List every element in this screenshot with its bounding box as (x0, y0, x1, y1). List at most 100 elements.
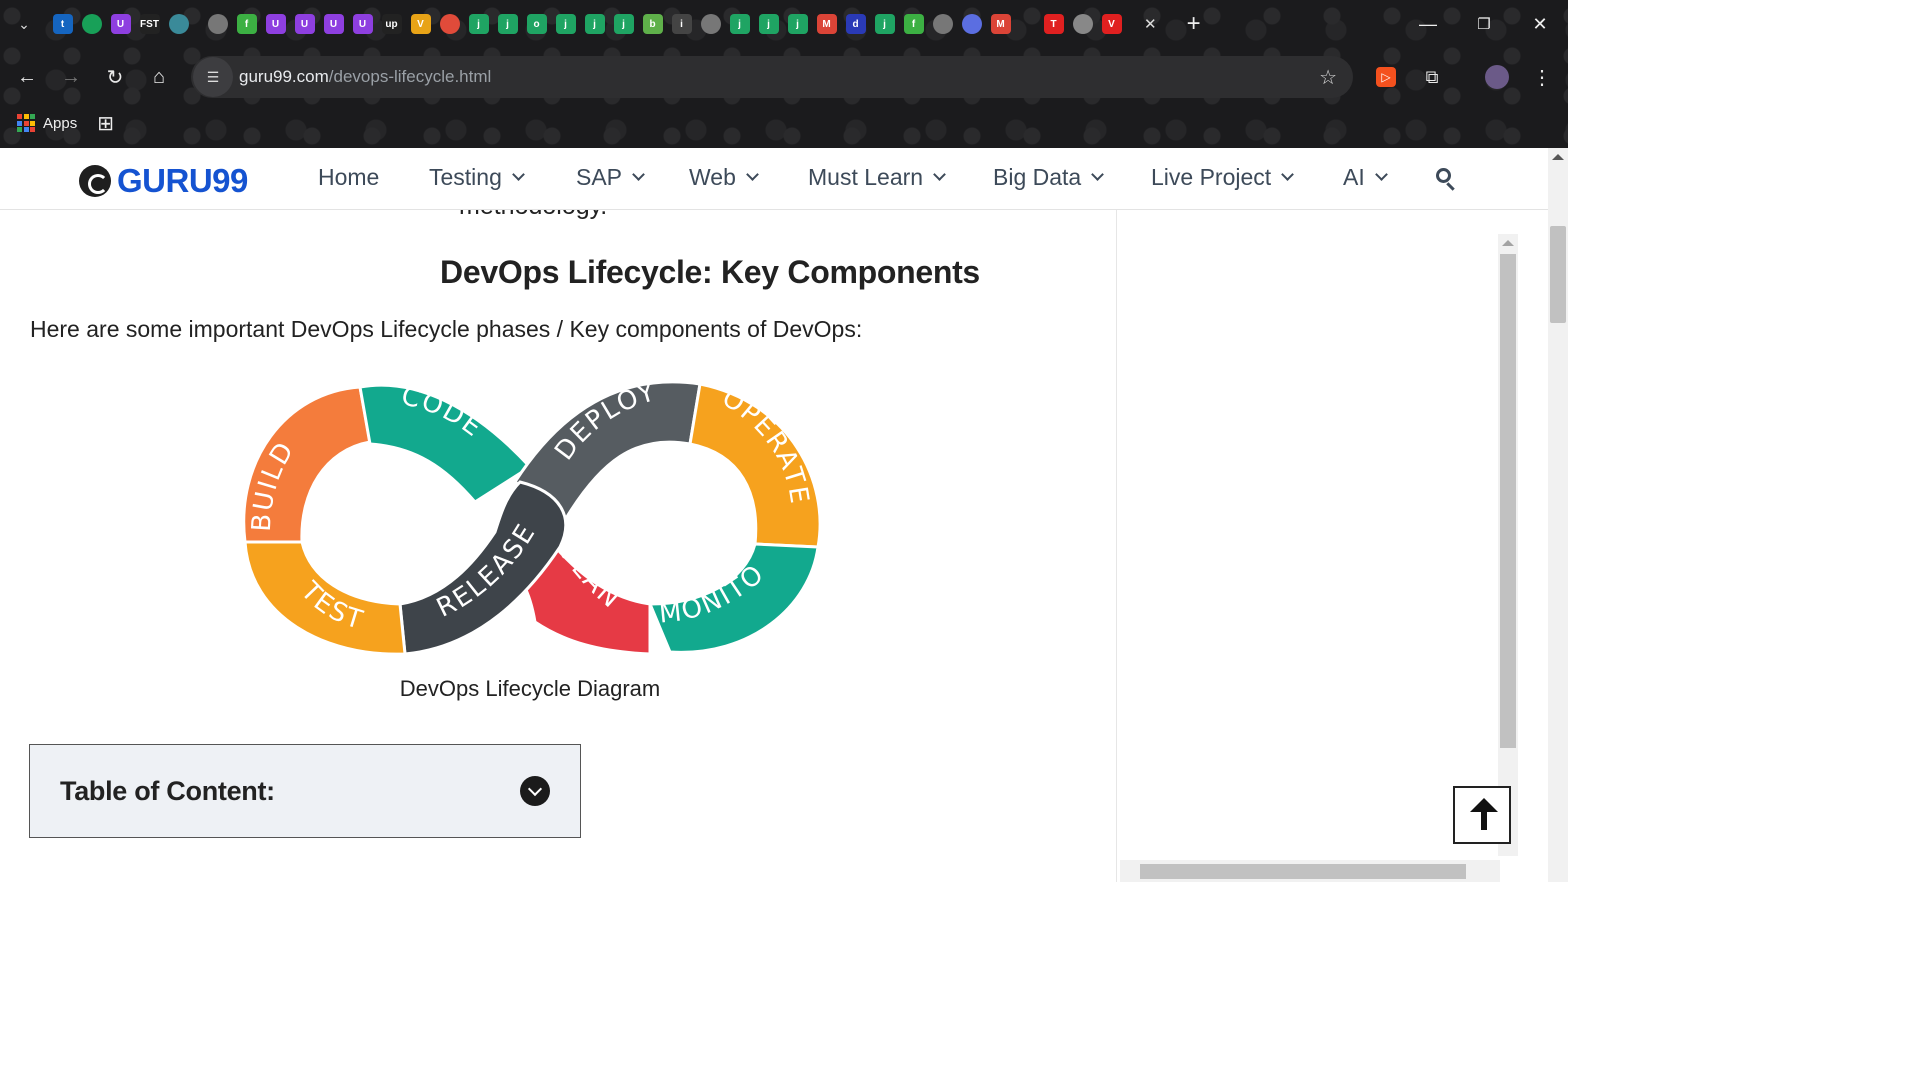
tab-favicon-favicons2-10[interactable]: j (497, 14, 518, 34)
tab-favicon-favicons2-23[interactable]: j (874, 14, 895, 34)
search-icon[interactable] (1434, 166, 1460, 192)
restore-icon[interactable]: ❐ (1456, 0, 1512, 48)
browser-chrome: ⌄ t U FST f U U U Uup Vj j o j j j b i j j j Md j f M T V ✕ + — ❐ … (0, 0, 1568, 148)
bookmark-star-icon[interactable]: ☆ (1319, 65, 1337, 90)
guru99-logo-icon (79, 165, 111, 197)
browser-toolbar: ← → ↻ ⌂ ☰ guru99.com/devops-lifecycle.ht… (0, 54, 1568, 100)
tab-favicon-favicons2-25[interactable] (932, 14, 953, 34)
u-icon[interactable]: U (110, 14, 131, 34)
tab-favicon-favicons2-2[interactable]: U (265, 14, 286, 34)
green-icon[interactable] (81, 14, 102, 34)
tab-favicon-favicons2-18[interactable]: j (729, 14, 750, 34)
tab-favicon-favicons2-4[interactable]: U (323, 14, 344, 34)
devops-lifecycle-diagram: BUILD CODE DEPLOY OPERATE MONITOR PLAN R… (230, 372, 822, 656)
extension-play-icon[interactable]: ▷ (1364, 55, 1408, 99)
apps-bookmark-label[interactable]: Apps (43, 115, 77, 132)
nav-item-ai[interactable]: AI (1343, 164, 1388, 191)
intro-paragraph: Here are some important DevOps Lifecycle… (30, 316, 863, 342)
nav-item-label: Big Data (993, 164, 1082, 190)
back-to-top-button[interactable] (1453, 786, 1511, 844)
globe-icon[interactable] (168, 14, 189, 34)
forward-icon[interactable]: → (49, 55, 93, 99)
scroll-up-arrow-icon[interactable] (1502, 240, 1514, 246)
pinned-tabs: t U FST f U U U Uup Vj j o j j j b i j j j Md j f M T V ✕ + (48, 0, 1201, 48)
profile-avatar[interactable] (1475, 55, 1519, 99)
address-bar[interactable]: ☰ guru99.com/devops-lifecycle.html ☆ (191, 56, 1353, 98)
tab-favicon-favicons2-8[interactable] (439, 14, 460, 34)
tab-strip: ⌄ t U FST f U U U Uup Vj j o j j j b i j j j Md j f M T V ✕ + (0, 0, 1568, 48)
toc-title: Table of Content: (60, 775, 275, 806)
nav-item-label: SAP (576, 164, 623, 190)
apps-grid-icon[interactable] (17, 114, 35, 132)
tab-favicon-favicons2-20[interactable]: j (787, 14, 808, 34)
webpage: methodology. DevOps Lifecycle: Key Compo… (0, 148, 1548, 882)
toc-expand-chevron-icon[interactable] (520, 776, 550, 806)
tab-favicon-favicons2-27[interactable]: M (990, 14, 1011, 34)
sidebar-vertical-scrollbar[interactable] (1498, 234, 1518, 856)
nav-item-home[interactable]: Home (318, 164, 379, 191)
tab-favicon-favicons2-15[interactable]: b (642, 14, 663, 34)
reload-icon[interactable]: ↻ (93, 55, 137, 99)
chevron-down-icon (512, 168, 525, 181)
extensions-icon[interactable]: ⧉ (1410, 55, 1454, 99)
page-vertical-scrollbar[interactable] (1548, 148, 1568, 882)
tab-favicon-favicons2-17[interactable] (700, 14, 721, 34)
menu-kebab-icon[interactable]: ⋮ (1520, 55, 1564, 99)
tab-favicon-favicons2-26[interactable] (961, 14, 982, 34)
nav-item-web[interactable]: Web (689, 164, 759, 191)
nav-item-live-project[interactable]: Live Project (1151, 164, 1295, 191)
tab-favicon-favicons2-13[interactable]: j (584, 14, 605, 34)
chevron-down-icon (632, 168, 645, 181)
back-icon[interactable]: ← (5, 55, 49, 99)
close-window-icon[interactable]: ✕ (1512, 0, 1568, 48)
tab-favicon-favicons2-22[interactable]: d (845, 14, 866, 34)
tab-groups-icon[interactable]: ⊞ (97, 111, 114, 136)
tab-favicon-favicons2-6[interactable]: up (381, 14, 402, 34)
tab-favicon-favicons2-7[interactable]: V (410, 14, 431, 34)
page-scroll-up-arrow-icon[interactable] (1552, 154, 1564, 160)
tab-favicon-favicons2-24[interactable]: f (903, 14, 924, 34)
chevron-down-icon (1374, 168, 1388, 181)
tab-favicon-favicons2-11[interactable]: o (526, 14, 547, 34)
tab-favicon-favicons3-0[interactable]: T (1043, 14, 1064, 34)
chevron-down-icon (746, 168, 759, 181)
tab-favicon-favicons2-14[interactable]: j (613, 14, 634, 34)
sidebar-horizontal-scrollbar[interactable] (1120, 860, 1500, 882)
nav-item-sap[interactable]: SAP (576, 164, 645, 191)
tab-favicon-favicons2-12[interactable]: j (555, 14, 576, 34)
site-info-icon[interactable]: ☰ (193, 57, 233, 97)
url-text[interactable]: guru99.com/devops-lifecycle.html (239, 67, 491, 87)
article-content: methodology. DevOps Lifecycle: Key Compo… (0, 148, 1116, 882)
nav-item-label: Web (689, 164, 736, 190)
nav-item-label: Home (318, 164, 380, 190)
nav-item-testing[interactable]: Testing (429, 164, 525, 191)
tab-favicon-favicons2-0[interactable] (207, 14, 228, 34)
logo-text: GURU99 (117, 162, 248, 199)
nav-item-big-data[interactable]: Big Data (993, 164, 1105, 191)
tab-favicon-favicons2-21[interactable]: M (816, 14, 837, 34)
table-of-content-box[interactable]: Table of Content: (29, 744, 581, 838)
diagram-caption: DevOps Lifecycle Diagram (399, 676, 661, 701)
tab-favicon-favicons2-9[interactable]: j (468, 14, 489, 34)
tab-search-chevron-icon[interactable]: ⌄ (0, 0, 48, 48)
nav-item-label: AI (1343, 164, 1365, 190)
home-icon[interactable]: ⌂ (137, 55, 181, 99)
t-icon[interactable]: t (52, 14, 73, 34)
tab-favicon-favicons2-5[interactable]: U (352, 14, 373, 34)
sidebar-hscroll-thumb[interactable] (1140, 864, 1466, 879)
tab-favicon-favicons3-1[interactable] (1072, 14, 1093, 34)
guru99-logo[interactable]: GURU99 (79, 162, 248, 200)
minimize-icon[interactable]: — (1400, 0, 1456, 48)
tab-favicon-favicons3-2[interactable]: V (1101, 14, 1122, 34)
nav-item-must-learn[interactable]: Must Learn (808, 164, 946, 191)
page-scroll-thumb[interactable] (1550, 226, 1566, 323)
tab-close-icon[interactable]: ✕ (1144, 15, 1157, 33)
tab-favicon-favicons2-3[interactable]: U (294, 14, 315, 34)
sidebar-scroll-thumb[interactable] (1500, 254, 1516, 748)
chevron-down-icon (933, 168, 946, 181)
new-tab-icon[interactable]: + (1187, 10, 1201, 38)
tab-favicon-favicons2-19[interactable]: j (758, 14, 779, 34)
fst-icon[interactable]: FST (139, 14, 160, 34)
tab-favicon-favicons2-16[interactable]: i (671, 14, 692, 34)
tab-favicon-favicons2-1[interactable]: f (236, 14, 257, 34)
